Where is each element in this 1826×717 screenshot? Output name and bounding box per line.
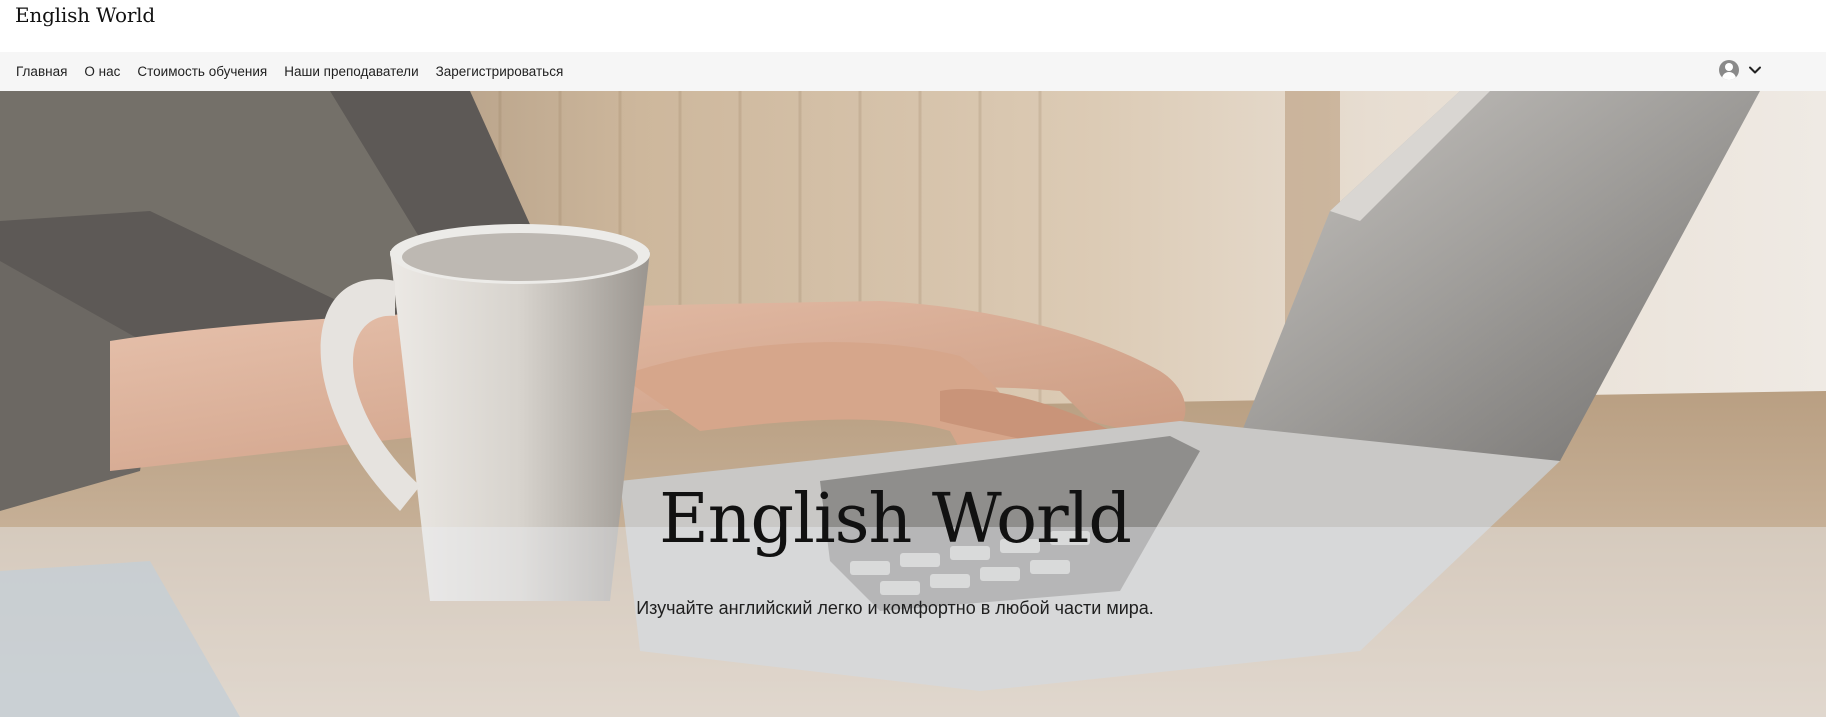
account-menu-button[interactable]: [1719, 58, 1763, 82]
hero-subtitle: Изучайте английский легко и комфортно в …: [636, 598, 1154, 618]
nav-item-pricing[interactable]: Стоимость обучения: [137, 64, 267, 79]
main-navigation: Главная О нас Стоимость обучения Наши пр…: [0, 52, 1826, 92]
nav-item-register[interactable]: Зарегистрироваться: [436, 64, 564, 79]
hero-section: [0, 91, 1826, 717]
chevron-down-icon: [1749, 66, 1761, 74]
site-logo[interactable]: English World: [15, 3, 155, 27]
site-header: English World: [0, 0, 1826, 52]
nav-item-about[interactable]: О нас: [84, 64, 120, 79]
avatar-icon: [1719, 60, 1739, 80]
nav-item-teachers[interactable]: Наши преподаватели: [284, 64, 418, 79]
hero-title: English World: [659, 480, 1132, 559]
nav-menu: Главная О нас Стоимость обучения Наши пр…: [16, 52, 580, 91]
nav-item-home[interactable]: Главная: [16, 64, 67, 79]
